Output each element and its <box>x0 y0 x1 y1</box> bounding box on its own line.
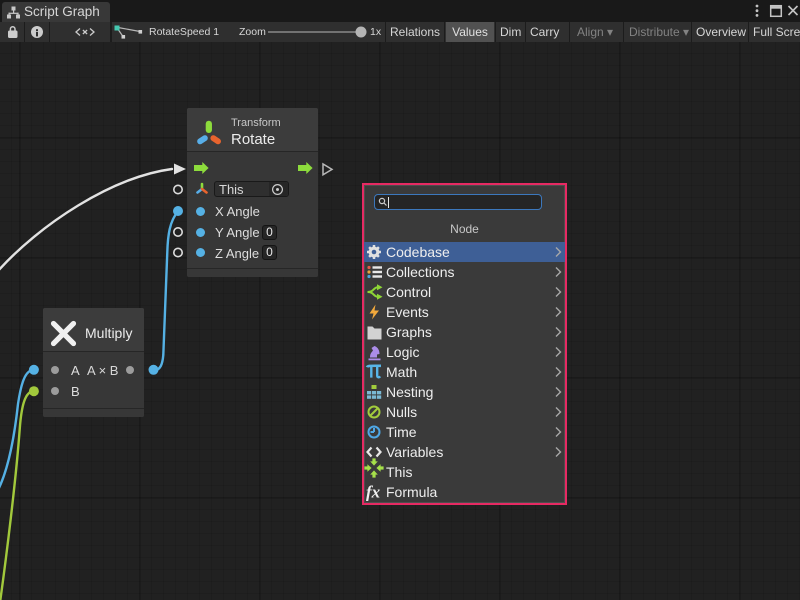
svg-text:fx: fx <box>366 483 381 502</box>
